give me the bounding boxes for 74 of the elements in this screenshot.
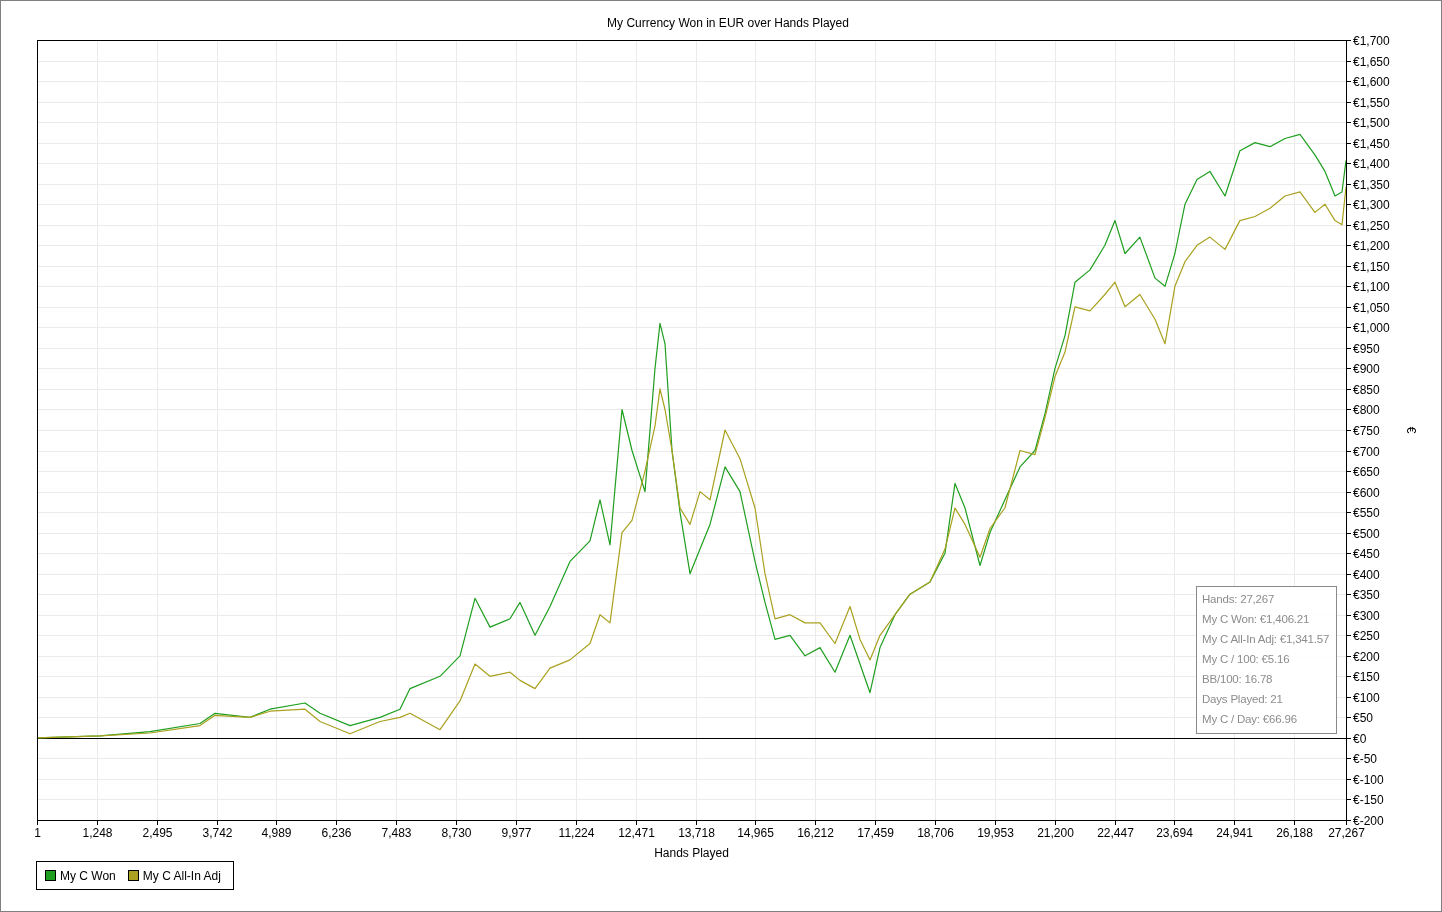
y-tick-label: €0 [1353,731,1367,746]
x-axis-label: Hands Played [654,846,729,860]
y-tick-label: €1,350 [1353,177,1390,192]
y-tick-label: €100 [1353,690,1380,705]
stat-line: My C / 100: €5.16 [1202,652,1291,667]
y-tick-label: €1,300 [1353,197,1390,212]
x-tick-label: 14,965 [737,826,774,840]
y-tick-label: €650 [1353,464,1380,479]
y-tick-label: €150 [1353,669,1380,684]
y-tick-label: €1,100 [1353,279,1390,294]
x-tick-label: 11,224 [558,826,595,840]
legend-label: My C Won [60,868,116,883]
y-axis-label: € [1404,426,1418,434]
chart-title: My Currency Won in EUR over Hands Played [607,16,849,30]
y-tick-label: €1,200 [1353,238,1390,253]
y-tick-label: €1,050 [1353,300,1390,315]
y-tick-label: €800 [1353,402,1380,417]
stat-line: BB/100: 16.78 [1202,672,1274,687]
x-tick-label: 4,989 [261,826,292,840]
y-tick-label: €700 [1353,444,1380,459]
y-tick-label: €-100 [1353,772,1384,787]
y-tick-label: €750 [1353,423,1380,438]
y-tick-label: €1,000 [1353,320,1390,335]
y-tick-label: €50 [1353,710,1374,725]
y-tick-label: €-200 [1353,813,1384,828]
stat-line: My C / Day: €66.96 [1202,712,1298,727]
y-tick-label: €1,400 [1353,156,1390,171]
y-tick-label: €1,450 [1353,136,1390,151]
x-tick-label: 3,742 [202,826,233,840]
y-tick-label: €350 [1353,587,1380,602]
x-tick-label: 13,718 [678,826,715,840]
x-tick-label: 2,495 [142,826,173,840]
x-tick-label: 21,200 [1037,826,1074,840]
y-tick-label: €1,550 [1353,95,1390,110]
y-tick-label: €250 [1353,628,1380,643]
x-tick-label: 23,694 [1156,826,1193,840]
x-tick-label: 22,447 [1097,826,1134,840]
stat-line: My C All-In Adj: €1,341.57 [1202,632,1331,647]
y-tick-label: €1,600 [1353,74,1390,89]
x-tick-label: 18,706 [917,826,954,840]
y-tick-label: €1,500 [1353,115,1390,130]
x-tick-label: 6,236 [321,826,352,840]
x-tick-label: 1 [34,826,41,840]
x-tick-label: 16,212 [797,826,834,840]
x-tick-label: 7,483 [381,826,412,840]
y-tick-label: €1,250 [1353,218,1390,233]
y-tick-label: €950 [1353,341,1380,356]
x-tick-label: 17,459 [857,826,894,840]
x-tick-label: 19,953 [977,826,1014,840]
y-tick-label: €900 [1353,361,1380,376]
y-tick-label: €850 [1353,382,1380,397]
stat-line: My C Won: €1,406.21 [1202,612,1311,627]
y-tick-label: €400 [1353,567,1380,582]
x-tick-label: 9,977 [501,826,532,840]
x-tick-label: 12,471 [618,826,655,840]
y-tick-label: €-50 [1353,751,1378,766]
y-tick-label: €1,700 [1353,33,1390,48]
y-tick-label: €-150 [1353,792,1384,807]
x-tick-label: 27,267 [1328,826,1365,840]
y-tick-label: €550 [1353,505,1380,520]
y-tick-label: €200 [1353,649,1380,664]
stat-line: Days Played: 21 [1202,692,1284,707]
y-tick-label: €500 [1353,526,1380,541]
y-tick-label: €450 [1353,546,1380,561]
y-tick-label: €1,650 [1353,54,1390,69]
x-tick-label: 24,941 [1216,826,1253,840]
y-tick-label: €1,150 [1353,259,1390,274]
x-tick-label: 8,730 [441,826,472,840]
y-tick-label: €600 [1353,485,1380,500]
legend-label: My C All-In Adj [142,868,221,883]
stat-line: Hands: 27,267 [1202,592,1276,607]
y-tick-label: €300 [1353,608,1380,623]
x-tick-label: 26,188 [1276,826,1313,840]
x-tick-label: 1,248 [82,826,113,840]
